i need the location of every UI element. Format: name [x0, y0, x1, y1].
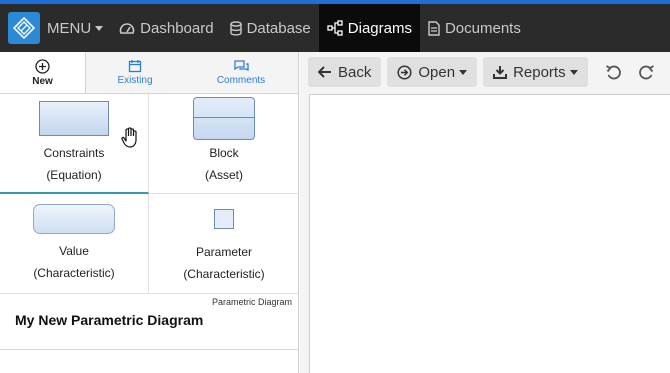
reports-dropdown-button[interactable]: Reports [483, 57, 588, 87]
hand-cursor-icon [121, 127, 137, 148]
tab-label: Existing [117, 75, 153, 86]
calendar-icon [128, 60, 142, 73]
nav-item-label: Documents [444, 19, 521, 37]
undo-button[interactable] [598, 57, 628, 87]
left-panel-tabs: New Existing Comments [0, 52, 298, 94]
diagram-type-label: Parametric Diagram [211, 297, 292, 307]
diagram-canvas[interactable] [309, 94, 670, 373]
back-label: Back [338, 63, 372, 81]
palette-item-title: Constraints [43, 146, 105, 160]
palette-item-title: Block [209, 146, 239, 160]
value-shape-icon [33, 204, 115, 234]
database-icon [229, 20, 242, 36]
open-dropdown-button[interactable]: Open [387, 57, 478, 87]
caret-down-icon [459, 69, 468, 75]
tab-label: New [32, 75, 53, 87]
arrow-left-icon [318, 66, 331, 78]
nav-item-label: Dashboard [140, 19, 214, 37]
circle-arrow-right-icon [397, 64, 412, 80]
tab-label: Comments [216, 75, 266, 86]
left-panel: New Existing Comments Constraints (Equat… [0, 52, 299, 373]
palette-item-title: Value [59, 244, 89, 258]
palette-item-subtitle: (Asset) [204, 168, 243, 182]
menu-dropdown[interactable]: MENU [40, 4, 111, 52]
document-icon [428, 20, 440, 36]
open-label: Open [418, 63, 456, 81]
reports-label: Reports [513, 63, 566, 81]
shape-palette: Constraints (Equation) Block (Asset) Val… [0, 94, 299, 294]
nav-item-diagrams[interactable]: Diagrams [318, 4, 420, 52]
palette-item-value[interactable]: Value (Characteristic) [0, 194, 149, 294]
tab-new[interactable]: New [0, 52, 86, 93]
caret-down-icon [95, 25, 104, 31]
redo-button[interactable] [632, 57, 662, 87]
comments-icon [233, 60, 249, 72]
caret-down-icon [569, 69, 578, 75]
nav-item-database[interactable]: Database [222, 4, 319, 52]
parameter-shape-icon [214, 209, 234, 229]
nav-item-label: Diagrams [347, 19, 412, 37]
diagram-info: Parametric Diagram My New Parametric Dia… [0, 294, 298, 350]
logo-icon [13, 17, 35, 39]
gauge-icon [119, 23, 135, 34]
redo-icon [638, 65, 654, 80]
constraint-shape-icon [39, 101, 109, 136]
tab-existing[interactable]: Existing [86, 52, 184, 93]
sitemap-icon [327, 20, 343, 36]
nav-item-dashboard[interactable]: Dashboard [111, 4, 221, 52]
plus-circle-icon [35, 58, 50, 74]
palette-item-title: Parameter [195, 245, 253, 259]
tab-comments[interactable]: Comments [184, 52, 298, 93]
palette-item-constraints[interactable]: Constraints (Equation) [0, 94, 149, 194]
palette-item-subtitle: (Equation) [46, 168, 102, 182]
palette-item-subtitle: (Characteristic) [183, 267, 265, 281]
diagram-toolbar: Back Open Reports [300, 52, 670, 92]
app-logo[interactable] [8, 12, 40, 44]
palette-item-block[interactable]: Block (Asset) [149, 94, 299, 194]
diagram-name[interactable]: My New Parametric Diagram [15, 312, 203, 328]
nav-item-documents[interactable]: Documents [420, 4, 529, 52]
block-shape-icon [193, 97, 255, 140]
back-button[interactable]: Back [308, 57, 382, 87]
palette-item-parameter[interactable]: Parameter (Characteristic) [149, 194, 299, 294]
menu-label: MENU [47, 19, 92, 37]
undo-icon [605, 65, 621, 80]
palette-item-subtitle: (Characteristic) [33, 266, 115, 280]
nav-item-label: Database [246, 19, 311, 37]
top-nav-bar: MENU Dashboard Database Diagrams Documen… [0, 0, 670, 52]
diagram-workspace: Back Open Reports [300, 52, 670, 373]
download-icon [493, 66, 508, 79]
